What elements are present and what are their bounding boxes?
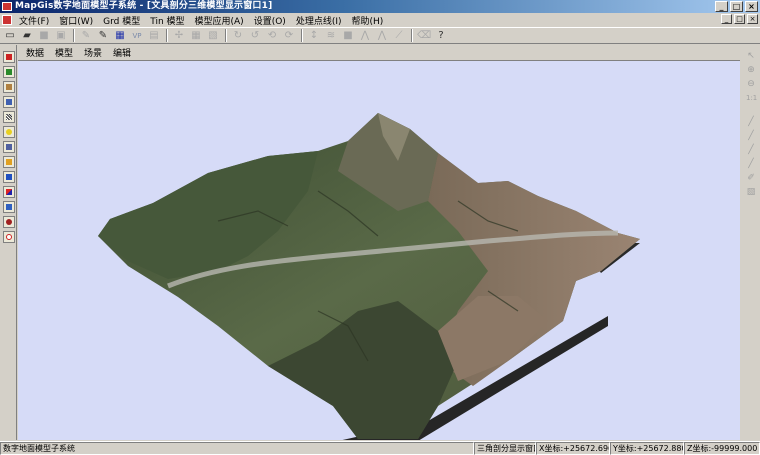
menu-bar: 文件(F) 窗口(W) Grd 模型 Tin 模型 模型应用(A) 设置(O) … <box>0 13 760 27</box>
rotate-icon[interactable]: ↻ <box>231 29 245 43</box>
cube-icon[interactable] <box>3 171 15 183</box>
menu-grd-model[interactable]: Grd 模型 <box>98 14 145 27</box>
peak-icon[interactable]: ⋀ <box>358 29 372 43</box>
eraser-icon[interactable]: ⌫ <box>417 29 431 43</box>
checker-icon[interactable] <box>3 111 15 123</box>
settings-icon[interactable] <box>3 141 15 153</box>
submenu-scene[interactable]: 场景 <box>84 46 102 59</box>
probe-icon[interactable]: ↕ <box>307 29 321 43</box>
menu-help[interactable]: 帮助(H) <box>347 14 389 27</box>
menu-process-points-lines[interactable]: 处理点线(I) <box>291 14 347 27</box>
ruler-icon[interactable] <box>3 81 15 93</box>
triangle-icon[interactable] <box>3 186 15 198</box>
pen-icon[interactable] <box>3 201 15 213</box>
zoom-out-icon[interactable]: ⊖ <box>746 79 756 89</box>
status-y-coordinate: Y坐标:+25672.880 <box>610 442 684 455</box>
saveas-icon[interactable]: ▣ <box>54 29 68 43</box>
close-button[interactable]: × <box>745 1 758 12</box>
menu-settings[interactable]: 设置(O) <box>249 14 291 27</box>
brush-icon[interactable]: ✐ <box>746 173 756 183</box>
peak2-icon[interactable]: ⋀ <box>375 29 389 43</box>
bulb-icon[interactable] <box>3 126 15 138</box>
grid2-icon[interactable]: ▦ <box>189 29 203 43</box>
grid3-icon[interactable]: ▧ <box>206 29 220 43</box>
layers-icon[interactable]: ▤ <box>147 29 161 43</box>
menu-model-application[interactable]: 模型应用(A) <box>190 14 249 27</box>
line2-icon[interactable]: ╱ <box>746 131 756 141</box>
rotate2-icon[interactable]: ↺ <box>248 29 262 43</box>
contour-icon[interactable]: ≋ <box>324 29 338 43</box>
vp-icon[interactable]: VP <box>130 29 144 43</box>
3d-terrain-viewport[interactable] <box>18 60 740 440</box>
menu-window[interactable]: 窗口(W) <box>54 14 98 27</box>
disk-icon[interactable] <box>3 216 15 228</box>
target-icon[interactable] <box>3 231 15 243</box>
window-title: MapGis数字地面模型子系统 - [文具剖分三维模型显示窗口1] <box>15 1 273 11</box>
line-icon[interactable]: ╱ <box>746 117 756 127</box>
menu-file[interactable]: 文件(F) <box>14 14 54 27</box>
mdi-close-button[interactable]: × <box>747 14 758 24</box>
submenu-model[interactable]: 模型 <box>55 46 73 59</box>
green-map-icon[interactable] <box>3 66 15 78</box>
status-window-name: 三角剖分显示窗口 <box>474 442 536 455</box>
crosshair-icon[interactable]: ✢ <box>172 29 186 43</box>
block-icon[interactable]: ■ <box>341 29 355 43</box>
status-bar: 数字地面模型子系统 三角剖分显示窗口 X坐标:+25672.696 Y坐标:+2… <box>0 441 760 455</box>
ratio-icon[interactable]: 1:1 <box>746 93 757 103</box>
maximize-button[interactable]: □ <box>730 1 743 12</box>
mdi-restore-button[interactable]: □ <box>734 14 745 24</box>
line3-icon[interactable]: ╱ <box>746 145 756 155</box>
submenu-edit[interactable]: 编辑 <box>113 46 131 59</box>
line4-icon[interactable]: ╱ <box>746 159 756 169</box>
pencil2-icon[interactable]: ✎ <box>96 29 110 43</box>
menu-tin-model[interactable]: Tin 模型 <box>145 14 189 27</box>
pencil-icon[interactable]: ✎ <box>79 29 93 43</box>
palette-icon[interactable] <box>3 96 15 108</box>
paint-icon[interactable] <box>3 156 15 168</box>
mdi-child-icon[interactable] <box>2 15 12 25</box>
rotate3-icon[interactable]: ⟲ <box>265 29 279 43</box>
red-grid-icon[interactable] <box>3 51 15 63</box>
title-bar[interactable]: MapGis数字地面模型子系统 - [文具剖分三维模型显示窗口1] _ □ × <box>0 0 760 13</box>
new-icon[interactable]: ▭ <box>3 29 17 43</box>
application-window: MapGis数字地面模型子系统 - [文具剖分三维模型显示窗口1] _ □ × … <box>0 0 760 455</box>
zoom-icon[interactable]: ⊕ <box>746 65 756 75</box>
help-icon[interactable]: ? <box>434 29 448 43</box>
minimize-button[interactable]: _ <box>715 1 728 12</box>
arrow-icon[interactable]: ↖ <box>746 51 756 61</box>
main-toolbar: ▭ ▰ ■ ▣ ✎ ✎ ▦ VP ▤ ✢ ▦ ▧ ↻ ↺ ⟲ ⟳ ↕ ≋ ■ ⋀… <box>0 27 760 44</box>
status-app-name: 数字地面模型子系统 <box>0 442 474 455</box>
mdi-minimize-button[interactable]: _ <box>721 14 732 24</box>
submenu-data[interactable]: 数据 <box>26 46 44 59</box>
save-icon[interactable]: ■ <box>37 29 51 43</box>
rotate4-icon[interactable]: ⟳ <box>282 29 296 43</box>
slope-icon[interactable]: ⟋ <box>392 29 406 43</box>
left-toolbar <box>0 45 17 440</box>
open-icon[interactable]: ▰ <box>20 29 34 43</box>
terrain-render <box>98 113 640 440</box>
grid-icon[interactable]: ▦ <box>113 29 127 43</box>
edit-icon[interactable]: ▧ <box>746 187 756 197</box>
right-toolbar: ↖ ⊕ ⊖ 1:1 ╱ ╱ ╱ ╱ ✐ ▧ <box>742 45 760 440</box>
subwindow-menu: 数据 模型 场景 编辑 <box>18 45 740 60</box>
app-icon[interactable] <box>2 2 12 11</box>
status-z-coordinate: Z坐标:-99999.000 <box>684 442 760 455</box>
status-x-coordinate: X坐标:+25672.696 <box>536 442 610 455</box>
